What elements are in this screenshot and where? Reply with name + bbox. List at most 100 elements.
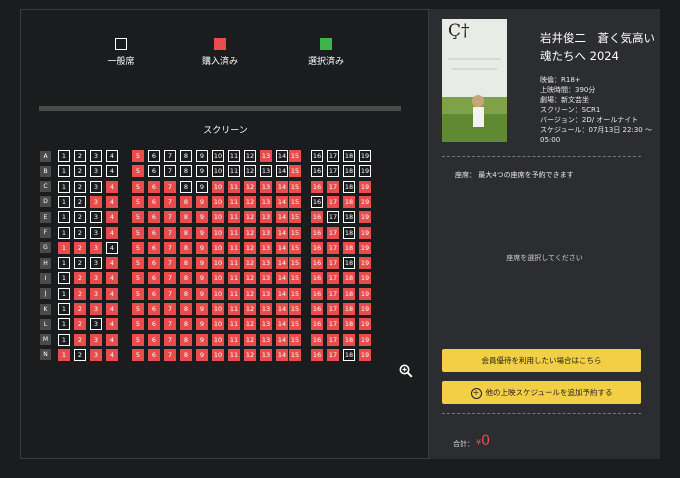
seat-L7: 7 bbox=[164, 318, 176, 331]
seat-N9: 9 bbox=[196, 348, 208, 361]
seat-A9[interactable]: 9 bbox=[196, 150, 208, 162]
seat-G4[interactable]: 4 bbox=[106, 241, 118, 254]
seat-K1[interactable]: 1 bbox=[58, 303, 70, 315]
movie-schedule: スケジュール：07月13日 22:30 ～ 05:00 bbox=[540, 126, 652, 144]
seat-C2[interactable]: 2 bbox=[74, 180, 86, 193]
seat-B8[interactable]: 8 bbox=[180, 165, 192, 178]
seat-D19: 19 bbox=[359, 195, 371, 208]
seat-A3[interactable]: 3 bbox=[90, 150, 102, 162]
seat-A14[interactable]: 14 bbox=[276, 150, 288, 162]
seat-A19[interactable]: 19 bbox=[359, 150, 371, 162]
seat-B11[interactable]: 11 bbox=[228, 165, 240, 178]
legend-sold-swatch bbox=[214, 38, 226, 50]
seat-I2: 2 bbox=[74, 272, 86, 285]
seat-A18[interactable]: 18 bbox=[343, 150, 355, 162]
seat-D2[interactable]: 2 bbox=[74, 195, 86, 208]
seat-H3[interactable]: 3 bbox=[90, 257, 102, 270]
seat-F16: 16 bbox=[311, 226, 323, 239]
seat-A6[interactable]: 6 bbox=[148, 150, 160, 162]
seat-F1[interactable]: 1 bbox=[58, 226, 70, 239]
seat-E1[interactable]: 1 bbox=[58, 211, 70, 224]
seat-C1[interactable]: 1 bbox=[58, 180, 70, 193]
divider bbox=[442, 156, 641, 157]
seat-J10: 10 bbox=[212, 287, 224, 300]
seat-E17[interactable]: 17 bbox=[327, 211, 339, 224]
seat-E2[interactable]: 2 bbox=[74, 211, 86, 224]
seat-I1[interactable]: 1 bbox=[58, 272, 70, 285]
seat-D4: 4 bbox=[106, 195, 118, 208]
seat-A1[interactable]: 1 bbox=[58, 150, 70, 162]
seat-I7: 7 bbox=[164, 272, 176, 285]
legend-sold: 購入済み bbox=[190, 38, 250, 67]
seat-B14[interactable]: 14 bbox=[276, 165, 288, 178]
seat-A17[interactable]: 17 bbox=[327, 150, 339, 162]
zoom-in-icon[interactable] bbox=[399, 364, 413, 378]
seat-B16[interactable]: 16 bbox=[311, 165, 323, 178]
seat-F2[interactable]: 2 bbox=[74, 226, 86, 239]
seat-C3[interactable]: 3 bbox=[90, 180, 102, 193]
seat-J6: 6 bbox=[148, 287, 160, 300]
seat-E3[interactable]: 3 bbox=[90, 211, 102, 224]
seat-L1[interactable]: 1 bbox=[58, 318, 70, 331]
seat-H18[interactable]: 18 bbox=[343, 257, 355, 270]
seat-D11: 11 bbox=[228, 195, 240, 208]
seat-F18[interactable]: 18 bbox=[343, 226, 355, 239]
seat-D16[interactable]: 16 bbox=[311, 195, 323, 208]
seat-E18[interactable]: 18 bbox=[343, 211, 355, 224]
seat-N11: 11 bbox=[228, 348, 240, 361]
seat-N7: 7 bbox=[164, 348, 176, 361]
seat-B18[interactable]: 18 bbox=[343, 165, 355, 178]
seat-H14: 14 bbox=[276, 257, 288, 270]
row-label-H: H bbox=[40, 257, 51, 269]
seat-B4[interactable]: 4 bbox=[106, 165, 118, 178]
seat-I11: 11 bbox=[228, 272, 240, 285]
seat-A12[interactable]: 12 bbox=[244, 150, 256, 162]
seat-A8[interactable]: 8 bbox=[180, 150, 192, 162]
seat-E13: 13 bbox=[260, 211, 272, 224]
member-benefit-button[interactable]: 会員優待を利用したい場合はこちら bbox=[442, 349, 641, 372]
seat-H2[interactable]: 2 bbox=[74, 257, 86, 270]
seat-K10: 10 bbox=[212, 303, 224, 315]
seat-B1[interactable]: 1 bbox=[58, 165, 70, 178]
seat-A2[interactable]: 2 bbox=[74, 150, 86, 162]
seat-D8: 8 bbox=[180, 195, 192, 208]
seat-M18: 18 bbox=[343, 333, 355, 346]
seat-C17: 17 bbox=[327, 180, 339, 193]
seat-C18[interactable]: 18 bbox=[343, 180, 355, 193]
seat-J1[interactable]: 1 bbox=[58, 287, 70, 300]
seat-N5: 5 bbox=[132, 348, 144, 361]
seat-B10[interactable]: 10 bbox=[212, 165, 224, 178]
seat-L11: 11 bbox=[228, 318, 240, 331]
seat-L3[interactable]: 3 bbox=[90, 318, 102, 331]
seat-A16[interactable]: 16 bbox=[311, 150, 323, 162]
seat-B13[interactable]: 13 bbox=[260, 165, 272, 178]
seat-N18[interactable]: 18 bbox=[343, 348, 355, 361]
seat-B19[interactable]: 19 bbox=[359, 165, 371, 178]
seat-K2: 2 bbox=[74, 303, 86, 315]
seat-M1[interactable]: 1 bbox=[58, 333, 70, 346]
seat-M9: 9 bbox=[196, 333, 208, 346]
add-schedule-button[interactable]: + 他の上映スケジュールを追加予約する bbox=[442, 381, 641, 404]
seat-B7[interactable]: 7 bbox=[164, 165, 176, 178]
row-label-G: G bbox=[40, 242, 51, 254]
seat-C4: 4 bbox=[106, 180, 118, 193]
seat-H1[interactable]: 1 bbox=[58, 257, 70, 270]
seat-A10[interactable]: 10 bbox=[212, 150, 224, 162]
seat-C9[interactable]: 9 bbox=[196, 180, 208, 193]
seat-M11: 11 bbox=[228, 333, 240, 346]
seat-A7[interactable]: 7 bbox=[164, 150, 176, 162]
seat-B3[interactable]: 3 bbox=[90, 165, 102, 178]
seat-B9[interactable]: 9 bbox=[196, 165, 208, 178]
seat-B2[interactable]: 2 bbox=[74, 165, 86, 178]
seat-N2[interactable]: 2 bbox=[74, 348, 86, 361]
seat-A11[interactable]: 11 bbox=[228, 150, 240, 162]
seat-F3[interactable]: 3 bbox=[90, 226, 102, 239]
seat-D1[interactable]: 1 bbox=[58, 195, 70, 208]
seat-G19: 19 bbox=[359, 241, 371, 254]
seat-C8[interactable]: 8 bbox=[180, 180, 192, 193]
seat-B17[interactable]: 17 bbox=[327, 165, 339, 178]
seat-B6[interactable]: 6 bbox=[148, 165, 160, 178]
legend-available-swatch bbox=[115, 38, 127, 50]
seat-A4[interactable]: 4 bbox=[106, 150, 118, 162]
seat-B12[interactable]: 12 bbox=[244, 165, 256, 178]
